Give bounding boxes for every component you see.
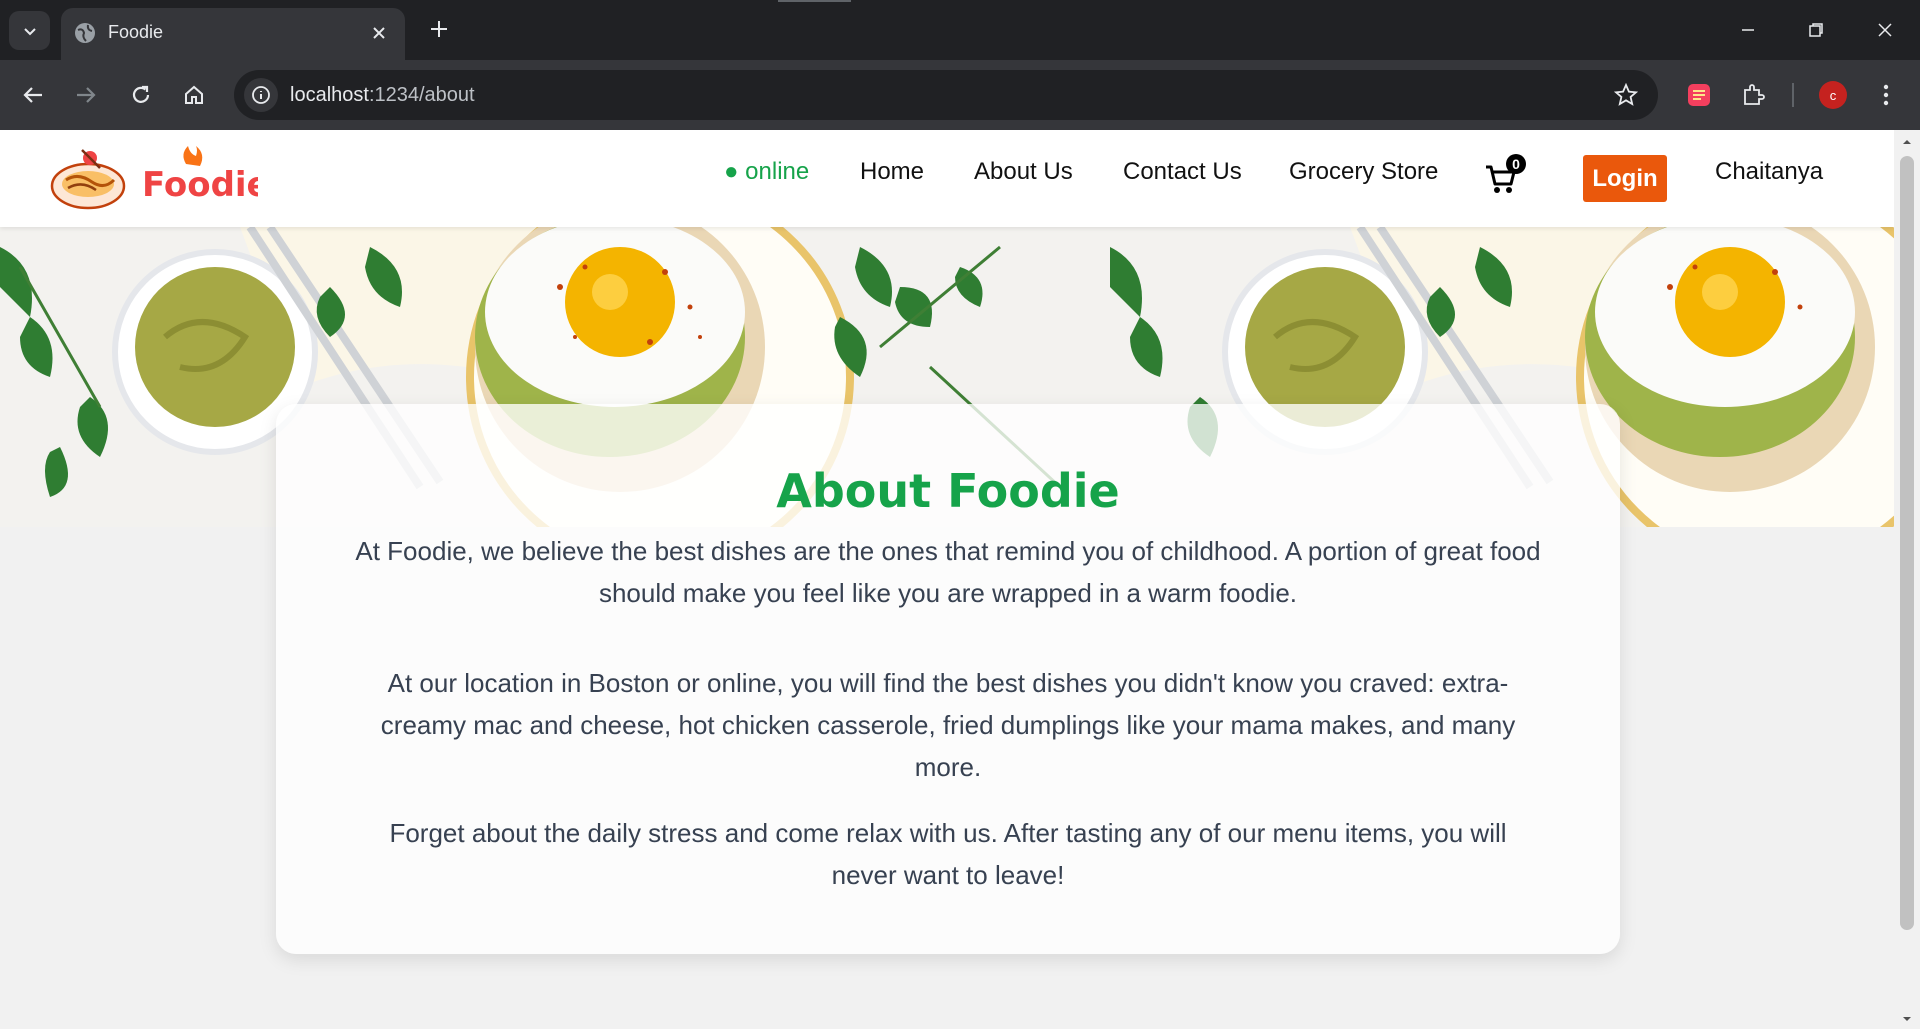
brand-wordmark: Foodie xyxy=(142,165,258,205)
cart-count-badge: 0 xyxy=(1506,154,1526,174)
url-text: localhost:1234/about xyxy=(290,84,475,107)
nav-link-about[interactable]: About Us xyxy=(974,158,1073,186)
close-icon xyxy=(1878,23,1892,37)
minimize-button[interactable] xyxy=(1718,10,1778,50)
puzzle-icon xyxy=(1744,84,1765,105)
browser-menu-button[interactable] xyxy=(1866,75,1906,115)
site-navbar: Foodie ● online Home About Us Contact Us… xyxy=(0,130,1894,227)
browser-tab[interactable]: Foodie xyxy=(61,8,405,60)
star-icon xyxy=(1614,83,1638,106)
tab-search-button[interactable] xyxy=(9,11,50,50)
page-viewport: Foodie ● online Home About Us Contact Us… xyxy=(0,130,1894,1029)
restore-button[interactable] xyxy=(1786,10,1846,50)
bookmark-button[interactable] xyxy=(1612,81,1640,109)
page-scrollbar[interactable] xyxy=(1894,130,1920,1029)
address-bar[interactable]: localhost:1234/about xyxy=(234,70,1658,120)
browser-toolbar: localhost:1234/about c xyxy=(0,60,1920,130)
cart-button[interactable]: 0 xyxy=(1484,154,1530,194)
back-button[interactable] xyxy=(13,75,53,115)
nav-link-contact[interactable]: Contact Us xyxy=(1123,158,1242,186)
plus-icon xyxy=(431,21,447,37)
url-path: :1234/about xyxy=(368,84,475,106)
site-info-icon xyxy=(252,86,270,104)
new-tab-button[interactable] xyxy=(424,14,454,44)
about-paragraph-3: Forget about the daily stress and come r… xyxy=(389,818,1507,890)
user-name[interactable]: Chaitanya xyxy=(1715,158,1823,186)
tab-title: Foodie xyxy=(108,22,164,42)
profile-avatar[interactable]: c xyxy=(1819,81,1847,109)
extensions-menu-button[interactable] xyxy=(1733,75,1773,115)
tab-indicator xyxy=(778,0,851,2)
home-icon xyxy=(185,85,203,104)
close-window-button[interactable] xyxy=(1855,10,1915,50)
scroll-down-arrow-icon[interactable] xyxy=(1901,1013,1913,1025)
tab-close-button[interactable] xyxy=(367,21,391,45)
minimize-icon xyxy=(1742,29,1754,31)
home-button[interactable] xyxy=(174,75,214,115)
back-icon xyxy=(23,87,42,103)
tab-strip: Foodie xyxy=(0,0,1920,60)
about-title: About Foodie xyxy=(776,464,1120,518)
online-status: ● online xyxy=(724,158,810,185)
restore-icon xyxy=(1809,23,1823,37)
nav-link-home[interactable]: Home xyxy=(860,158,924,186)
reload-button[interactable] xyxy=(121,75,161,115)
login-button[interactable]: Login xyxy=(1583,155,1667,202)
url-host: localhost xyxy=(290,84,369,106)
menu-dots-icon xyxy=(1883,84,1889,106)
scrollbar-thumb[interactable] xyxy=(1900,156,1914,930)
about-paragraph-2: At our location in Boston or online, you… xyxy=(380,668,1516,782)
close-icon xyxy=(373,27,385,39)
extension-button[interactable] xyxy=(1679,75,1719,115)
forward-button[interactable] xyxy=(66,75,106,115)
about-card: About Foodie At Foodie, we believe the b… xyxy=(276,404,1620,954)
extension-icon xyxy=(1688,84,1710,106)
toolbar-separator xyxy=(1792,83,1794,107)
nav-link-grocery[interactable]: Grocery Store xyxy=(1289,158,1438,186)
globe-icon xyxy=(75,23,95,43)
foodie-logo[interactable]: Foodie xyxy=(48,144,258,214)
reload-icon xyxy=(132,85,150,103)
forward-icon xyxy=(77,87,96,103)
chevron-down-icon xyxy=(23,27,36,35)
scroll-up-arrow-icon[interactable] xyxy=(1901,136,1913,148)
about-paragraph-1: At Foodie, we believe the best dishes ar… xyxy=(355,536,1541,608)
site-info-button[interactable] xyxy=(244,78,278,112)
